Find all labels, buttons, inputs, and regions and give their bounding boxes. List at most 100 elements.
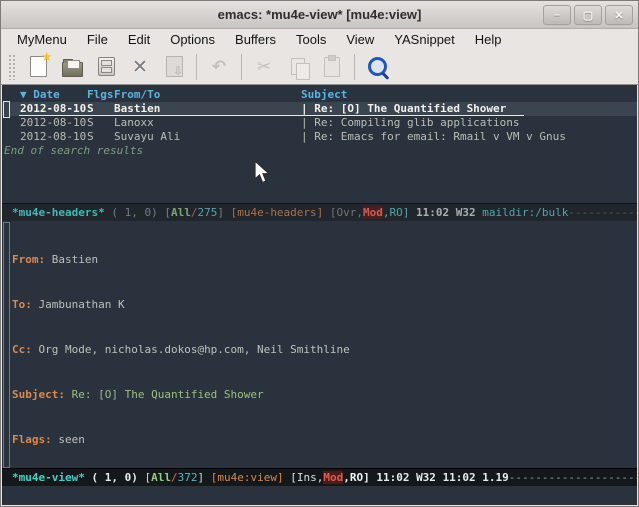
close-buffer-button[interactable]: ✕ bbox=[125, 53, 155, 81]
modeline-clock: 11:02 W32 bbox=[376, 471, 442, 484]
menu-mymenu[interactable]: MyMenu bbox=[7, 32, 77, 47]
modeline-slash: / bbox=[171, 471, 178, 484]
close-button[interactable]: ✕ bbox=[605, 5, 633, 25]
cut-button: ✂ bbox=[249, 53, 279, 81]
modeline-buffer-name: *mu4e-view* bbox=[12, 471, 85, 484]
modeline-maildir: maildir:/bulk bbox=[482, 206, 568, 219]
modeline-readonly-flag[interactable]: ,RO] bbox=[383, 206, 416, 219]
copy-icon bbox=[291, 58, 305, 75]
modeline-major-mode[interactable]: [mu4e:view] bbox=[211, 471, 290, 484]
headers-scrollbar-thumb[interactable] bbox=[3, 101, 10, 118]
modeline-load: 11:02 1.19 bbox=[443, 471, 509, 484]
toolbar-separator bbox=[196, 54, 197, 80]
field-flags: Flags: seen bbox=[2, 432, 637, 447]
search-button[interactable] bbox=[362, 53, 392, 81]
open-file-button[interactable] bbox=[57, 53, 87, 81]
field-value: Org Mode, nicholas.dokos@hp.com, Neil Sm… bbox=[39, 343, 350, 356]
modeline-clock: 11:02 W32 bbox=[416, 206, 482, 219]
modeline-count: 372 bbox=[178, 471, 198, 484]
emacs-frame: ▼ Date Flgs From/To Subject 2012-08-10 S… bbox=[2, 85, 637, 505]
menu-edit[interactable]: Edit bbox=[118, 32, 160, 47]
field-from: From: Bastien bbox=[2, 252, 637, 267]
field-cc: Cc: Org Mode, nicholas.dokos@hp.com, Nei… bbox=[2, 342, 637, 357]
save-button[interactable] bbox=[91, 53, 121, 81]
menu-buffers[interactable]: Buffers bbox=[225, 32, 286, 47]
paste-button bbox=[317, 53, 347, 81]
column-subject[interactable]: Subject bbox=[301, 87, 637, 102]
modeline-bracket: ] bbox=[217, 206, 230, 219]
header-row[interactable]: 2012-08-10 S Lanoxx | Re: Compiling glib… bbox=[2, 116, 637, 130]
modeline-filler: --------------------- bbox=[568, 206, 637, 219]
cut-icon: ✂ bbox=[257, 57, 271, 77]
row-from: Lanoxx bbox=[114, 116, 301, 130]
field-value: Re: [O] The Quantified Shower bbox=[72, 388, 264, 401]
row-subject: | Re: Emacs for email: Rmail v VM v Gnus bbox=[301, 130, 637, 144]
title-bar[interactable]: emacs: *mu4e-view* [mu4e:view] – ▢ ✕ bbox=[1, 1, 638, 29]
modeline-count: 275 bbox=[197, 206, 217, 219]
modeline-position: ( 1, 0) bbox=[105, 206, 165, 219]
modeline-scroll-all: All bbox=[171, 206, 191, 219]
minibuffer[interactable] bbox=[2, 486, 637, 505]
headers-mode-line[interactable]: *mu4e-headers* ( 1, 0) [All/275] [mu4e-h… bbox=[2, 203, 637, 221]
minimize-button[interactable]: – bbox=[543, 5, 571, 25]
modeline-bracket: ] bbox=[197, 471, 210, 484]
headers-column-row[interactable]: ▼ Date Flgs From/To Subject bbox=[2, 87, 637, 102]
down-arrow-icon: ⇩ bbox=[173, 64, 183, 78]
view-mode-line[interactable]: *mu4e-view* ( 1, 0) [All/372] [mu4e:view… bbox=[2, 468, 637, 487]
modeline-modified-flag[interactable]: Mod bbox=[363, 206, 383, 219]
modeline-modified-flag[interactable]: Mod bbox=[323, 471, 343, 484]
column-from[interactable]: From/To bbox=[114, 87, 301, 102]
column-date[interactable]: ▼ Date bbox=[2, 87, 87, 102]
row-date: 2012-08-10 bbox=[2, 130, 87, 144]
modeline-filler: ------------------------ bbox=[509, 471, 637, 484]
tool-bar: ★ ✕ ⇩ ↶ ✂ bbox=[1, 49, 638, 85]
field-value: Jambunathan K bbox=[39, 298, 125, 311]
field-subject: Subject: Re: [O] The Quantified Shower bbox=[2, 387, 637, 402]
field-label: Cc: bbox=[12, 343, 32, 356]
maximize-button[interactable]: ▢ bbox=[574, 5, 602, 25]
row-date: 2012-08-10 bbox=[2, 116, 87, 130]
paste-icon bbox=[324, 57, 340, 77]
menu-bar: MyMenu File Edit Options Buffers Tools V… bbox=[1, 29, 638, 49]
modeline-readonly-flag[interactable]: ,RO] bbox=[343, 471, 376, 484]
menu-view[interactable]: View bbox=[336, 32, 384, 47]
menu-help[interactable]: Help bbox=[465, 32, 512, 47]
window-controls: – ▢ ✕ bbox=[543, 5, 633, 25]
menu-file[interactable]: File bbox=[77, 32, 118, 47]
menu-yasnippet[interactable]: YASnippet bbox=[384, 32, 464, 47]
view-scrollbar-thumb[interactable] bbox=[3, 222, 10, 468]
modeline-state: [Ovr, bbox=[330, 206, 363, 219]
row-flags: S bbox=[87, 130, 114, 144]
menu-tools[interactable]: Tools bbox=[286, 32, 336, 47]
column-flags[interactable]: Flgs bbox=[87, 87, 114, 102]
modeline-major-mode[interactable]: [mu4e-headers] bbox=[231, 206, 330, 219]
mouse-cursor-icon bbox=[254, 160, 271, 189]
emacs-window: emacs: *mu4e-view* [mu4e:view] – ▢ ✕ MyM… bbox=[0, 0, 639, 507]
row-from: Bastien bbox=[114, 102, 301, 116]
menu-options[interactable]: Options bbox=[160, 32, 225, 47]
header-row-selected[interactable]: 2012-08-10 S Bastien | Re: [O] The Quant… bbox=[2, 102, 637, 116]
modeline-buffer-name: *mu4e-headers* bbox=[12, 206, 105, 219]
header-row[interactable]: 2012-08-10 S Suvayu Ali | Re: Emacs for … bbox=[2, 130, 637, 144]
field-label: To: bbox=[12, 298, 32, 311]
toolbar-separator bbox=[241, 54, 242, 80]
save-as-button: ⇩ bbox=[159, 53, 189, 81]
open-file-icon bbox=[62, 62, 83, 77]
modeline-position: ( 1, 0) bbox=[85, 471, 145, 484]
message-view[interactable]: From: Bastien To: Jambunathan K Cc: Org … bbox=[2, 222, 637, 468]
star-icon: ★ bbox=[41, 50, 53, 65]
new-file-icon: ★ bbox=[30, 56, 47, 77]
new-file-button[interactable]: ★ bbox=[23, 53, 53, 81]
search-icon bbox=[368, 57, 387, 76]
row-flags: S bbox=[87, 116, 114, 130]
close-buffer-icon: ✕ bbox=[132, 56, 148, 78]
field-label: Subject: bbox=[12, 388, 65, 401]
undo-icon: ↶ bbox=[212, 57, 226, 77]
toolbar-grip[interactable] bbox=[8, 54, 17, 80]
save-icon bbox=[98, 57, 115, 76]
field-label: Flags: bbox=[12, 433, 52, 446]
end-of-results-text: End of search results bbox=[2, 144, 143, 158]
window-title: emacs: *mu4e-view* [mu4e:view] bbox=[218, 7, 422, 22]
field-value: seen bbox=[58, 433, 85, 446]
field-to: To: Jambunathan K bbox=[2, 297, 637, 312]
